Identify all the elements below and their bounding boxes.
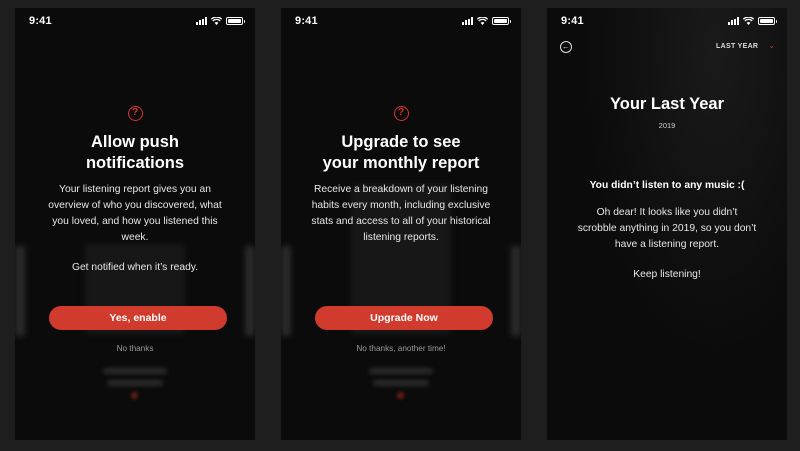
dialog-title: Allow push notifications [85, 133, 185, 172]
status-bar: 9:41 [281, 8, 521, 34]
status-time: 9:41 [295, 15, 318, 27]
empty-state: You didn’t listen to any music :( Oh dea… [547, 180, 787, 283]
upgrade-dialog: ? Upgrade to see your monthly report Rec… [281, 106, 521, 246]
dialog-body: Receive a breakdown of your listening ha… [311, 184, 491, 243]
period-selector[interactable]: LAST YEAR ⌄ [716, 42, 775, 50]
screenshot-canvas: 9:41 ? Allow push notifications Your lis… [0, 0, 800, 451]
battery-icon [758, 17, 777, 25]
back-arrow-circle-icon[interactable]: ← [560, 41, 572, 53]
report-header: Your Last Year 2019 [547, 94, 787, 130]
phone-upgrade: 9:41 ? Upgrade to see your monthly repor… [281, 8, 521, 440]
enable-notifications-button[interactable]: Yes, enable [49, 306, 227, 330]
wifi-icon [211, 17, 222, 25]
question-circle-icon: ? [393, 106, 409, 121]
chevron-down-icon: ⌄ [768, 41, 775, 50]
dialog-note: Get notified when it’s ready. [71, 262, 199, 273]
question-circle-icon: ? [127, 106, 143, 121]
status-icons [196, 17, 245, 25]
keep-listening-text: Keep listening! [633, 269, 701, 280]
period-selector-label: LAST YEAR [716, 42, 759, 50]
dialog-body: Your listening report gives you an overv… [48, 184, 222, 243]
status-bar: 9:41 [15, 8, 255, 34]
cellular-signal-icon [196, 17, 207, 25]
cellular-signal-icon [462, 17, 473, 25]
cellular-signal-icon [728, 17, 739, 25]
empty-state-heading: You didn’t listen to any music :( [589, 180, 745, 191]
report-year: 2019 [658, 121, 676, 130]
phone-last-year-report: 9:41 ← LAST YEAR ⌄ Your Last Year 2019 Y… [547, 8, 787, 440]
status-time: 9:41 [29, 15, 52, 27]
upgrade-now-button[interactable]: Upgrade Now [315, 306, 493, 330]
push-dialog: ? Allow push notifications Your listenin… [15, 106, 255, 276]
report-title: Your Last Year [609, 95, 725, 113]
battery-icon [492, 17, 511, 25]
no-thanks-another-time-link[interactable]: No thanks, another time! [281, 344, 521, 353]
phone-push-notifications: 9:41 ? Allow push notifications Your lis… [15, 8, 255, 440]
wifi-icon [477, 17, 488, 25]
status-time: 9:41 [561, 15, 584, 27]
status-icons [728, 17, 777, 25]
status-bar: 9:41 [547, 8, 787, 34]
no-thanks-link[interactable]: No thanks [15, 344, 255, 353]
dialog-title: Upgrade to see your monthly report [322, 133, 480, 172]
wifi-icon [743, 17, 754, 25]
status-icons [462, 17, 511, 25]
report-top-nav: ← LAST YEAR ⌄ [559, 40, 775, 56]
empty-state-body: Oh dear! It looks like you didn’t scrobb… [577, 207, 757, 250]
battery-icon [226, 17, 245, 25]
